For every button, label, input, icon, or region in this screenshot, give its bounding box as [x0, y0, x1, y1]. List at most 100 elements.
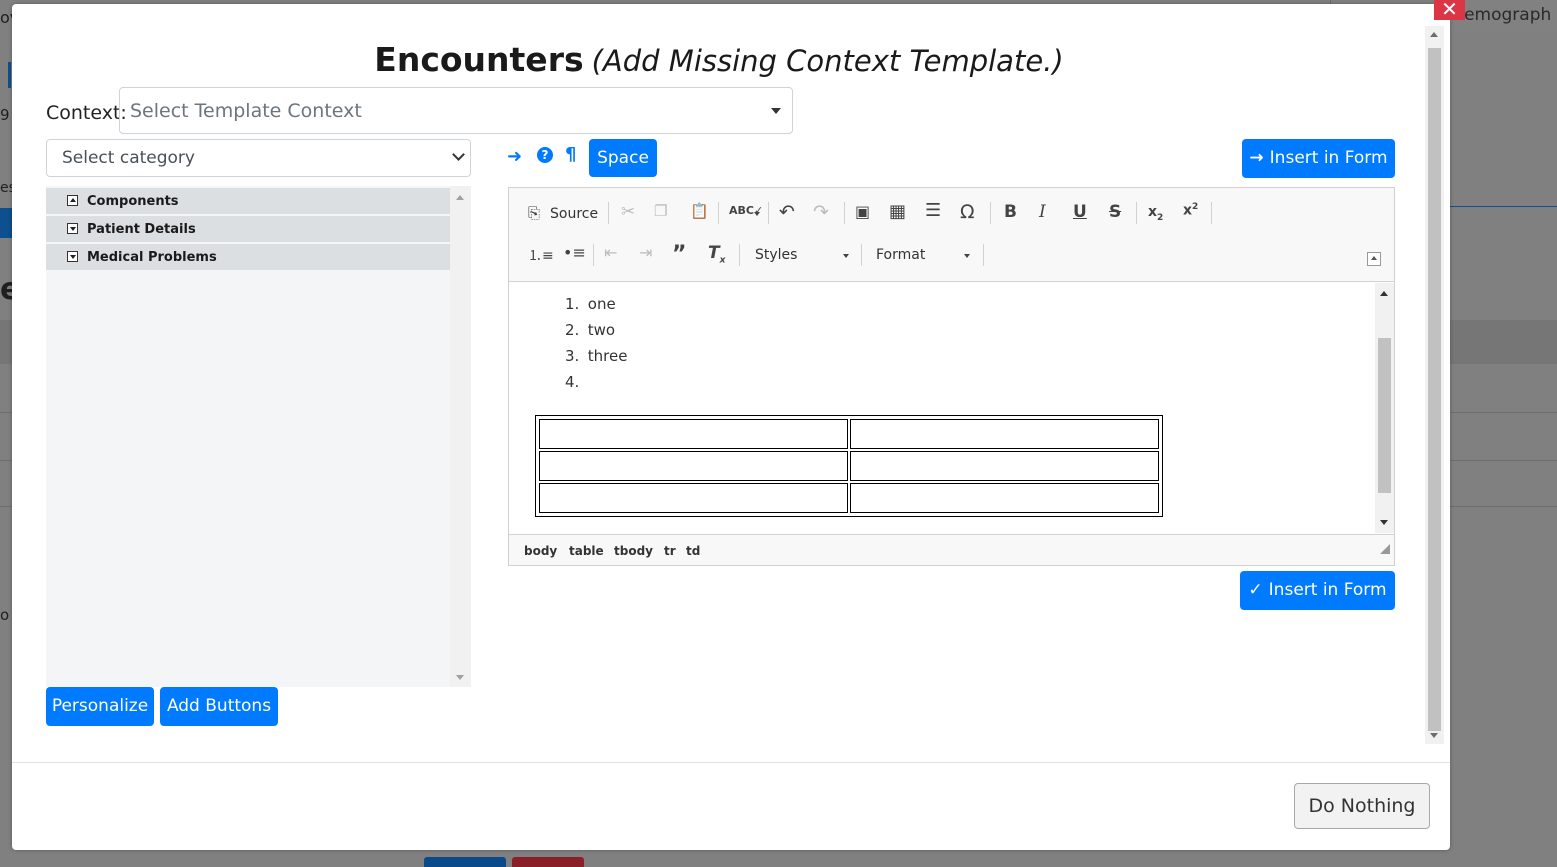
caret-down-icon[interactable] [843, 254, 849, 258]
toolbar-separator [768, 202, 769, 224]
source-icon[interactable]: ⎘ [528, 204, 540, 222]
horizontal-line-icon[interactable]: ☰ [925, 200, 941, 221]
close-icon[interactable]: ✕ [1434, 0, 1465, 20]
path-item[interactable]: tr [664, 544, 676, 558]
context-label: Context: [46, 102, 127, 124]
tree-scrollbar[interactable] [450, 186, 471, 687]
scroll-down-icon[interactable] [1430, 733, 1438, 738]
expand-toggle-icon[interactable] [67, 251, 78, 262]
collapse-toolbar-icon[interactable] [1367, 252, 1381, 266]
add-buttons-button[interactable]: Add Buttons [160, 687, 278, 726]
caret-down-icon[interactable] [754, 212, 760, 216]
editor-toolbar: ⎘ Source ✂ ❐ 📋 ABC✓ ↶ ↷ ▣ ▦ ☰ Ω B I U S … [509, 188, 1394, 282]
toolbar-separator [718, 202, 719, 224]
category-select[interactable]: Select category [46, 139, 471, 177]
image-icon[interactable]: ▣ [855, 202, 870, 221]
path-item[interactable]: tbody [614, 544, 653, 558]
tree-item-patient-details[interactable]: Patient Details [46, 216, 450, 242]
styles-combo[interactable]: Styles [755, 247, 797, 263]
modal-title: Encounters (Add Missing Context Template.… [12, 40, 1426, 80]
table-icon[interactable]: ▦ [889, 201, 906, 222]
table-cell[interactable] [539, 451, 848, 481]
scroll-up-icon[interactable] [456, 195, 464, 200]
scroll-down-icon[interactable] [1380, 520, 1388, 525]
list-item: 1. one [565, 295, 627, 321]
copy-icon[interactable]: ❐ [654, 202, 667, 220]
cut-icon[interactable]: ✂ [621, 202, 635, 222]
category-tree: Components Patient Details Medical Probl… [46, 186, 471, 687]
scroll-up-icon[interactable] [1430, 32, 1438, 37]
bg-fragment: o [0, 606, 10, 624]
list-text: two [587, 321, 616, 339]
personalize-button[interactable]: Personalize [46, 687, 154, 726]
table-cell[interactable] [850, 451, 1159, 481]
content-table [535, 415, 1163, 517]
bold-icon[interactable]: B [1004, 202, 1017, 222]
strikethrough-icon[interactable]: S [1109, 202, 1121, 222]
context-select[interactable]: Select Template Context [119, 87, 793, 134]
tree-item-components[interactable]: Components [46, 188, 450, 214]
editor-content[interactable]: 1. one 2. two 3. three 4. [509, 283, 1394, 533]
path-item[interactable]: body [524, 544, 557, 558]
list-item: 4. [565, 373, 627, 399]
superscript-icon[interactable]: x2 [1183, 202, 1198, 219]
modal-footer-divider [12, 762, 1450, 763]
element-path-bar: body table tbody tr td [509, 534, 1394, 565]
toolbar-separator [844, 202, 845, 224]
path-item[interactable]: table [569, 544, 604, 558]
path-item[interactable]: td [686, 544, 700, 558]
outdent-icon[interactable]: ⇤ [604, 243, 617, 262]
italic-icon[interactable]: I [1039, 202, 1046, 222]
toolbar-separator [861, 244, 862, 266]
list-text: three [587, 347, 628, 365]
paragraph-icon[interactable]: ¶ [565, 144, 576, 165]
modal-scrollbar[interactable] [1425, 26, 1444, 744]
space-button[interactable]: Space [589, 139, 657, 177]
insert-label: Insert in Form [1269, 148, 1388, 168]
help-icon[interactable]: ? [537, 147, 553, 163]
subscript-icon[interactable]: x2 [1148, 204, 1163, 223]
tree-item-label: Components [87, 194, 179, 209]
insert-in-form-button-bottom[interactable]: ✓ Insert in Form [1240, 571, 1395, 610]
table-cell[interactable] [539, 483, 848, 513]
table-row [539, 419, 1159, 449]
paste-icon[interactable]: 📋 [690, 202, 709, 220]
tree-item-medical-problems[interactable]: Medical Problems [46, 244, 450, 270]
do-nothing-button[interactable]: Do Nothing [1294, 783, 1430, 829]
tree-item-label: Patient Details [87, 222, 196, 237]
bulleted-list-icon[interactable]: •≡ [563, 243, 586, 262]
undo-icon[interactable]: ↶ [779, 201, 795, 223]
scroll-thumb[interactable] [1428, 48, 1441, 731]
list-text: one [587, 295, 616, 313]
list-number: 3. [565, 347, 580, 365]
scroll-down-icon[interactable] [456, 675, 464, 680]
special-char-icon[interactable]: Ω [960, 201, 975, 223]
resize-handle-icon[interactable] [1380, 544, 1390, 554]
indent-icon[interactable]: ⇥ [639, 243, 652, 262]
bg-accent [8, 62, 11, 88]
scroll-up-icon[interactable] [1380, 291, 1388, 296]
caret-down-icon[interactable] [964, 254, 970, 258]
toolbar-separator [1211, 202, 1212, 224]
underline-icon[interactable]: U [1073, 202, 1087, 222]
expand-toggle-icon[interactable] [67, 223, 78, 234]
blockquote-icon[interactable]: ” [672, 242, 686, 267]
table-row [539, 483, 1159, 513]
source-button[interactable]: Source [550, 206, 598, 222]
remove-format-icon[interactable]: Tx [708, 243, 725, 265]
format-combo[interactable]: Format [876, 247, 925, 263]
table-cell[interactable] [850, 419, 1159, 449]
table-cell[interactable] [539, 419, 848, 449]
collapse-toggle-icon[interactable] [67, 195, 78, 206]
bg-button [512, 857, 584, 867]
editor-scrollbar[interactable] [1375, 283, 1394, 533]
sign-in-icon[interactable]: ➜ [507, 146, 522, 167]
insert-label: Insert in Form [1268, 580, 1387, 600]
table-cell[interactable] [850, 483, 1159, 513]
scroll-thumb[interactable] [1378, 338, 1391, 493]
context-placeholder: Select Template Context [130, 100, 362, 122]
modal-title-sub: (Add Missing Context Template.) [591, 44, 1064, 78]
numbered-list-icon[interactable]: ⒈≡ [528, 245, 554, 265]
insert-in-form-button-top[interactable]: → Insert in Form [1242, 139, 1395, 178]
redo-icon[interactable]: ↷ [813, 201, 829, 223]
